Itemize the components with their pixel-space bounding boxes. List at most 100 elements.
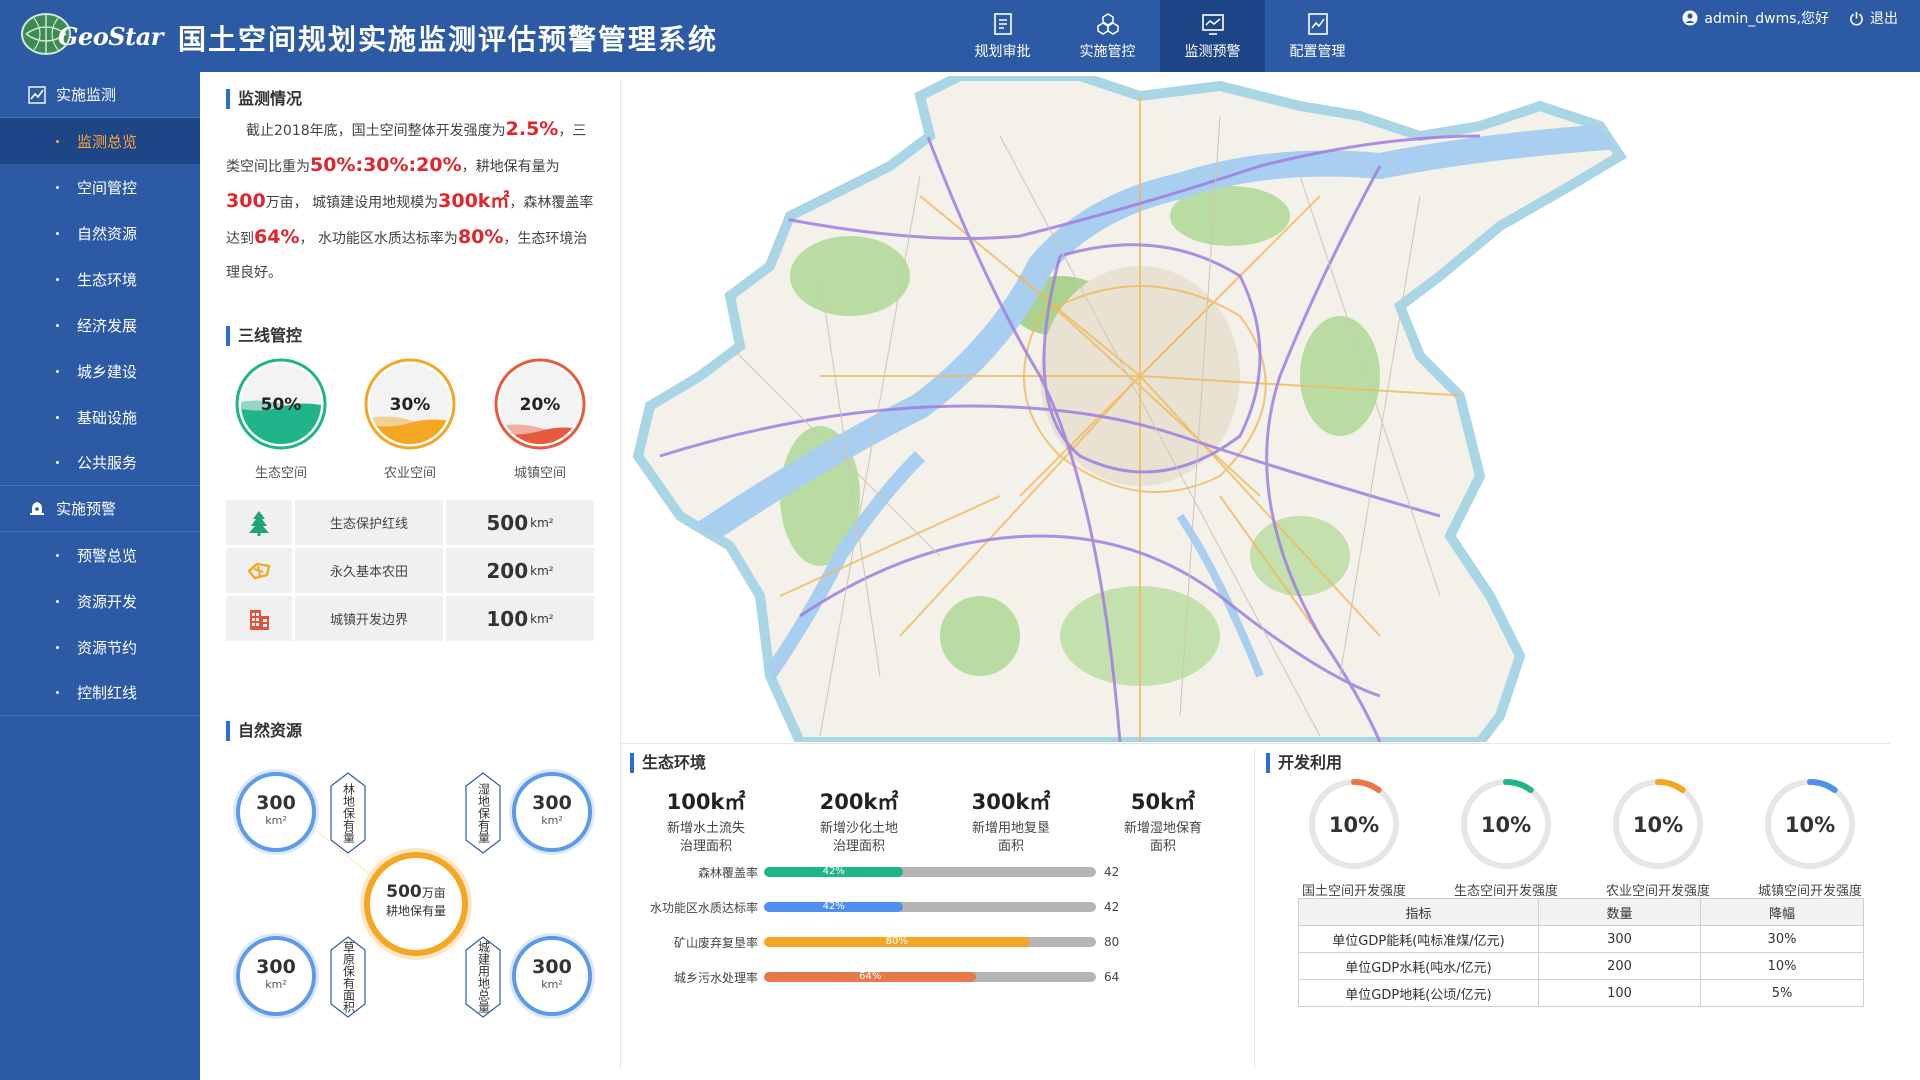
resource-label-text: 草原保有面积 [341,941,356,1013]
sidebar-item-resource-dev[interactable]: 资源开发 [0,578,200,624]
bell-icon [30,501,44,515]
divider [620,743,1890,744]
sidebar-item-economy[interactable]: 经济发展 [0,302,200,348]
sidebar-item-label: 自然资源 [77,224,138,243]
power-icon[interactable] [1849,11,1864,26]
summary-highlight: 64% [254,226,300,248]
redline-name: 城镇开发边界 [295,596,443,641]
resource-wetland-circle: 300 km² [512,772,592,852]
eco-stat-label: 新增用地复垦 [971,821,1050,836]
sidebar-item-label: 监测总览 [77,132,138,151]
ring-label: 城镇空间开发强度 [1757,884,1862,899]
geostar-logo: GeoStar [18,8,168,60]
sidebar-item-warning-overview[interactable]: 预警总览 [0,532,200,578]
progress-fill: 64% [764,972,977,982]
sidebar-item-label: 预警总览 [77,546,138,565]
sidebar-group-label: 实施监测 [56,86,117,104]
resource-unit: km² [265,814,287,827]
sidebar-item-label: 控制红线 [77,684,138,702]
table-cell: 10% [1700,952,1864,980]
sidebar-item-monitor-overview[interactable]: 监测总览 [0,118,200,164]
nav-planning-approval[interactable]: 规划审批 [950,0,1055,72]
table-header: 降幅 [1700,898,1864,926]
progress-fill: 80% [764,937,1030,947]
progress-value: 42 [1104,865,1120,879]
redline-name: 生态保护红线 [295,500,443,545]
sidebar-item-infrastructure[interactable]: 基础设施 [0,394,200,440]
sidebar-item-eco-environment[interactable]: 生态环境 [0,256,200,302]
summary-text: ， 水功能区水质达标率为 [299,231,458,247]
ring-gauge: 10% [1613,779,1703,869]
progress-label: 城乡污水处理率 [673,970,758,985]
map-canvas[interactable] [620,76,1890,742]
resource-label-text: 湿地保有量 [476,783,491,843]
sidebar-item-urban-rural[interactable]: 城乡建设 [0,348,200,394]
progress-label: 水功能区水质达标率 [649,900,758,915]
section-title-natural: 自然资源 [226,721,302,741]
farmland-total-value: 500万亩 [370,882,462,902]
summary-highlight: 2.5% [505,118,559,140]
eco-stat-label: 面积 [997,839,1024,854]
sidebar-item-label: 生态环境 [77,270,138,289]
progress-row: 水功能区水质达标率 42% 42 [630,900,1120,915]
app-header: GeoStar 国土空间规划实施监测评估预警管理系统 规划审批 实施管控 监测预… [0,0,1920,72]
nav-label: 监测预警 [1184,44,1241,60]
eco-stat-label: 治理面积 [679,839,732,854]
eco-stat-label: 面积 [1149,839,1176,854]
sidebar-item-space-control[interactable]: 空间管控 [0,164,200,210]
nav-implementation-control[interactable]: 实施管控 [1055,0,1160,72]
resource-urban-land-circle: 300 km² [512,936,592,1016]
sidebar-item-redline[interactable]: 控制红线 [0,670,200,716]
nav-monitoring-warning[interactable]: 监测预警 [1160,0,1265,72]
progress-label: 森林覆盖率 [697,865,758,880]
summary-text: 截止2018年底，国土空间整体开发强度为 [246,123,506,139]
table-row: 单位GDP水耗(吨水/亿元) 200 10% [1298,952,1864,980]
sidebar-item-label: 空间管控 [77,178,138,197]
redline-number: 500 [486,510,529,535]
sidebar-item-label: 经济发展 [77,316,138,335]
table-row: 单位GDP地耗(公顷/亿元) 100 5% [1298,979,1864,1007]
gauge-urban-space: 20% 城镇空间 [492,356,588,481]
sidebar-group-warning[interactable]: 实施预警 [0,486,200,532]
logout-link[interactable]: 退出 [1870,8,1898,28]
table-cell: 100 [1538,979,1701,1007]
redline-unit: km² [530,515,554,530]
divider [1254,748,1255,1068]
sidebar-item-label: 城乡建设 [77,362,138,381]
table-cell: 200 [1538,952,1701,980]
progress-fill: 42% [764,867,904,877]
sidebar: 实施监测 监测总览 空间管控 自然资源 生态环境 经济发展 城乡建设 基础设施 … [0,72,200,1080]
resource-unit: km² [265,978,287,991]
user-area: admin_dwms,您好 退出 [1682,8,1898,28]
user-icon [1682,10,1698,26]
resource-value: 300 [532,792,572,814]
top-nav: 规划审批 实施管控 监测预警 配置管理 [950,0,1370,72]
monitor-icon [1201,14,1224,35]
dev-ring: 10% 农业空间开发强度 [1606,776,1710,899]
progress-value: 42 [1104,900,1120,914]
dev-ring: 10% 城镇空间开发强度 [1758,776,1862,899]
gauge-label: 城镇空间 [513,466,566,481]
progress-track: 42% [764,867,1096,877]
redline-row: 生态保护红线 500 km² [226,500,594,545]
nav-config-management[interactable]: 配置管理 [1265,0,1370,72]
eco-stat: 200k㎡ 新增沙化土地 治理面积 [784,786,934,856]
section-title-monitor: 监测情况 [226,89,302,109]
sidebar-item-public-service[interactable]: 公共服务 [0,440,200,486]
sidebar-group-monitoring[interactable]: 实施监测 [0,72,200,118]
table-cell: 单位GDP地耗(公顷/亿元) [1298,979,1539,1007]
logo-text: GeoStar [58,22,163,51]
sidebar-item-resource-saving[interactable]: 资源节约 [0,624,200,670]
progress-track: 42% [764,902,1096,912]
resource-unit: km² [541,814,563,827]
ring-label: 生态空间开发强度 [1453,884,1558,899]
username-text[interactable]: admin_dwms,您好 [1704,8,1829,28]
progress-value: 80 [1104,935,1120,949]
sidebar-item-label: 资源节约 [77,638,138,657]
resource-value: 300 [256,792,296,814]
sidebar-item-natural-resources[interactable]: 自然资源 [0,210,200,256]
table-header: 数量 [1538,898,1701,926]
summary-highlight: 300k㎡ [438,190,510,212]
ring-value: 10% [1633,813,1683,837]
region-map[interactable] [620,76,1890,742]
